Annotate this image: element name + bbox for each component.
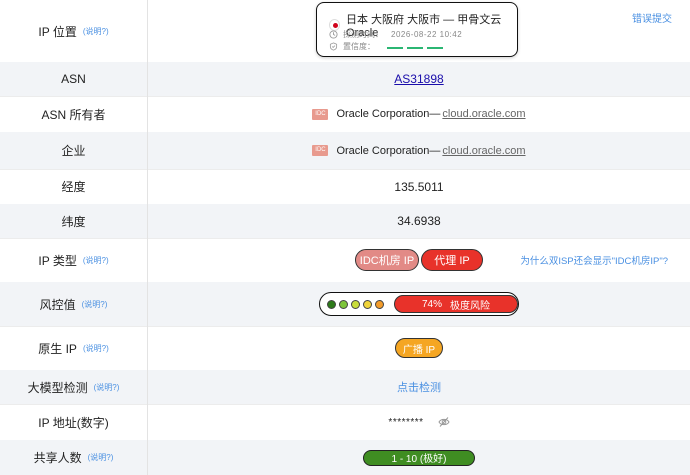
confidence-bar bbox=[387, 47, 403, 49]
risk-dot bbox=[351, 299, 360, 309]
value-enterprise: IDC Oracle Corporation— cloud.oracle.com bbox=[148, 132, 690, 169]
row-llm-check: 大模型检测 (说明?) 点击检测 bbox=[0, 370, 690, 405]
label-text: 大模型检测 bbox=[27, 380, 88, 395]
label-native-ip: 原生 IP (说明?) bbox=[0, 326, 148, 370]
detected-time-line: 探测时间： 2026-08-22 10:42 bbox=[329, 29, 462, 40]
detected-label: 探测时间： bbox=[343, 30, 383, 39]
risk-level: 极度风险 bbox=[450, 300, 490, 312]
org-domain-link[interactable]: cloud.oracle.com bbox=[442, 108, 525, 120]
row-native-ip: 原生 IP (说明?) 广播 IP bbox=[0, 326, 690, 371]
location-card: 日本 大阪府 大阪市 — 甲骨文云 Oracle 探测时间： 2026-08-2… bbox=[316, 2, 518, 57]
idc-badge: IDC bbox=[312, 145, 329, 156]
value-asn-owner: IDC Oracle Corporation— cloud.oracle.com bbox=[148, 96, 690, 132]
row-ip-type: IP 类型 (说明?) IDC机房 IP 代理 IP 为什么双ISP还会显示"I… bbox=[0, 238, 690, 283]
risk-dot bbox=[375, 299, 384, 309]
value-ip-type: IDC机房 IP 代理 IP 为什么双ISP还会显示"IDC机房IP"? bbox=[148, 238, 690, 282]
label-ip-numeric: IP 地址(数字) bbox=[0, 404, 148, 440]
risk-dot bbox=[363, 299, 372, 309]
label-risk: 风控值 (说明?) bbox=[0, 282, 148, 326]
confidence-bar bbox=[427, 47, 443, 49]
row-enterprise: 企业 IDC Oracle Corporation— cloud.oracle.… bbox=[0, 132, 690, 170]
confidence-bars bbox=[383, 42, 443, 51]
org-name: Oracle Corporation— bbox=[336, 144, 441, 157]
broadcast-ip-tag: 广播 IP bbox=[395, 338, 443, 358]
value-asn: AS31898 bbox=[148, 62, 690, 96]
confidence-line: 置信度： bbox=[329, 41, 443, 52]
confidence-label: 置信度： bbox=[343, 42, 375, 51]
row-asn-owner: ASN 所有者 IDC Oracle Corporation— cloud.or… bbox=[0, 96, 690, 133]
masked-ip: ******** bbox=[388, 416, 424, 428]
value-native-ip: 广播 IP bbox=[148, 326, 690, 370]
eye-off-icon[interactable] bbox=[437, 416, 450, 428]
row-latitude: 纬度 34.6938 bbox=[0, 204, 690, 239]
label-enterprise: 企业 bbox=[0, 132, 148, 169]
label-latitude: 纬度 bbox=[0, 204, 148, 238]
label-asn-owner: ASN 所有者 bbox=[0, 96, 148, 132]
label-text: 共享人数 bbox=[33, 451, 82, 465]
value-shared-users: 1 - 10 (极好) bbox=[148, 440, 690, 475]
label-ip-location: IP 位置 (说明?) bbox=[0, 0, 148, 62]
help-link[interactable]: (说明?) bbox=[83, 255, 109, 266]
detected-time: 2026-08-22 10:42 bbox=[391, 30, 463, 39]
row-risk: 风控值 (说明?) 74% 极度风险 bbox=[0, 282, 690, 327]
risk-meter: 74% 极度风险 bbox=[319, 292, 519, 316]
clock-icon bbox=[329, 30, 338, 39]
risk-score-pill: 74% 极度风险 bbox=[394, 295, 518, 313]
row-shared-users: 共享人数 (说明?) 1 - 10 (极好) bbox=[0, 440, 690, 475]
risk-score: 74% bbox=[421, 298, 442, 310]
risk-dot bbox=[339, 299, 348, 309]
label-ip-type: IP 类型 (说明?) bbox=[0, 238, 148, 282]
value-llm-check: 点击检测 bbox=[148, 370, 690, 404]
proxy-ip-tag: 代理 IP bbox=[421, 249, 483, 271]
label-text: 原生 IP bbox=[38, 341, 77, 356]
help-link[interactable]: (说明?) bbox=[83, 26, 109, 37]
row-ip-numeric: IP 地址(数字) ******** bbox=[0, 404, 690, 441]
label-text: IP 类型 bbox=[38, 253, 77, 268]
value-ip-numeric: ******** bbox=[148, 404, 690, 440]
help-link[interactable]: (说明?) bbox=[88, 452, 114, 463]
help-link[interactable]: (说明?) bbox=[94, 382, 120, 393]
org-name: Oracle Corporation— bbox=[336, 108, 441, 120]
report-error-link[interactable]: 错误提交 bbox=[632, 10, 672, 25]
value-longitude: 135.5011 bbox=[394, 179, 444, 194]
asn-link[interactable]: AS31898 bbox=[394, 72, 443, 86]
shield-check-icon bbox=[329, 42, 338, 51]
shared-users-pill: 1 - 10 (极好) bbox=[363, 449, 475, 466]
risk-dot bbox=[327, 299, 336, 309]
idc-badge: IDC bbox=[312, 108, 329, 120]
row-asn: ASN AS31898 bbox=[0, 62, 690, 97]
value-risk: 74% 极度风险 bbox=[148, 282, 690, 326]
why-idc-link[interactable]: 为什么双ISP还会显示"IDC机房IP"? bbox=[520, 253, 668, 267]
help-link[interactable]: (说明?) bbox=[83, 343, 109, 354]
label-asn: ASN bbox=[0, 62, 148, 96]
label-longitude: 经度 bbox=[0, 169, 148, 204]
org-domain-link[interactable]: cloud.oracle.com bbox=[442, 145, 525, 157]
confidence-bar bbox=[407, 47, 423, 49]
idc-ip-tag: IDC机房 IP bbox=[355, 249, 419, 271]
label-text: IP 位置 bbox=[38, 24, 77, 39]
help-link[interactable]: (说明?) bbox=[82, 299, 108, 310]
label-shared-users: 共享人数 (说明?) bbox=[0, 440, 148, 475]
value-latitude: 34.6938 bbox=[397, 214, 441, 228]
label-text: 风控值 bbox=[39, 297, 76, 312]
click-detect-link[interactable]: 点击检测 bbox=[397, 379, 441, 395]
row-longitude: 经度 135.5011 bbox=[0, 169, 690, 205]
label-llm-check: 大模型检测 (说明?) bbox=[0, 370, 148, 404]
